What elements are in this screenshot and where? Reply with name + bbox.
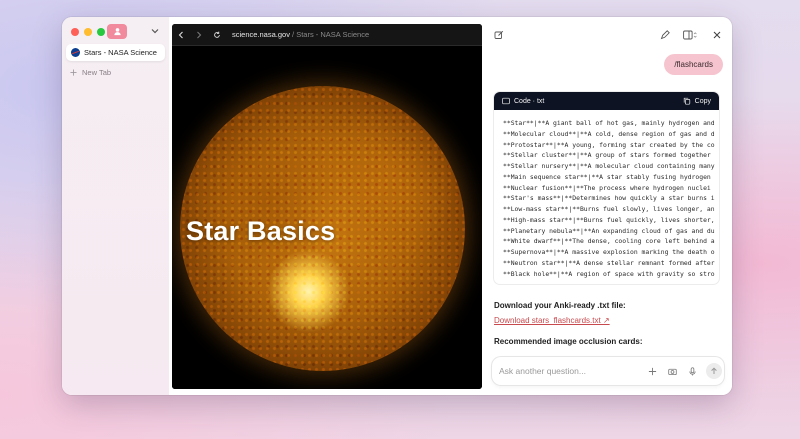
sidebar: Stars - NASA Science New Tab <box>62 17 169 395</box>
code-line: **Molecular cloud**|**A cold, dense regi… <box>503 129 715 138</box>
microphone-button[interactable] <box>685 364 699 378</box>
code-line: **Stellar nursery**|**A molecular cloud … <box>503 162 715 170</box>
forward-button[interactable] <box>190 24 208 46</box>
tab-stars-nasa[interactable]: Stars - NASA Science <box>66 44 165 61</box>
hero-title: Star Basics <box>186 216 336 246</box>
compose-icon <box>494 30 504 39</box>
download-link[interactable]: Download stars_flashcards.txt ↗ <box>494 316 610 325</box>
add-attachment-button[interactable] <box>645 364 659 378</box>
new-tab-label: New Tab <box>82 68 112 77</box>
chevron-left-icon <box>178 31 183 38</box>
hero-image: Star Basics <box>172 46 482 389</box>
code-lang-label: Code · txt <box>514 97 545 105</box>
download-heading: Download your Anki-ready .txt file: <box>494 301 626 310</box>
edit-button[interactable] <box>659 29 671 41</box>
send-button[interactable] <box>706 363 722 379</box>
code-line: **Low-mass star**|**Burns fuel slowly, l… <box>503 205 715 213</box>
code-content: **Star**|**A giant ball of hot gas, main… <box>494 110 719 279</box>
url-page-title: / Stars - NASA Science <box>289 30 370 39</box>
code-block-header: Code · txt Copy <box>494 92 719 110</box>
code-line: **Star**|**A giant ball of hot gas, main… <box>503 119 715 127</box>
reload-icon <box>214 31 220 38</box>
code-line: **Main sequence star**|**A star stably f… <box>503 172 711 181</box>
code-line: **Star's mass**|**Determines how quickly… <box>503 194 715 203</box>
code-line: **Protostar**|**A young, forming star cr… <box>503 140 715 149</box>
code-line: **Planetary nebula**|**An expanding clou… <box>503 226 715 235</box>
recommend-heading: Recommended image occlusion cards: <box>494 337 643 346</box>
plus-icon <box>70 69 77 76</box>
chevron-down-icon[interactable] <box>150 26 160 36</box>
browser-window: Stars - NASA Science New Tab science.nas… <box>62 17 732 395</box>
url-domain: science.nasa.gov <box>232 30 290 39</box>
person-icon <box>113 28 121 36</box>
address-bar: science.nasa.gov / Stars - NASA Science <box>172 24 482 46</box>
user-message: /flashcards <box>664 54 723 75</box>
camera-icon <box>667 368 677 375</box>
chevron-right-icon <box>197 31 202 38</box>
plus-icon <box>648 367 656 375</box>
web-content: science.nasa.gov / Stars - NASA Science … <box>172 24 482 389</box>
new-chat-button[interactable] <box>493 29 505 41</box>
close-window-button[interactable] <box>71 28 79 36</box>
back-button[interactable] <box>172 24 190 46</box>
code-line: **Black hole**|**A region of space with … <box>503 269 715 278</box>
maximize-window-button[interactable] <box>97 28 105 36</box>
code-line: **Stellar cluster**|**A group of stars f… <box>503 151 711 160</box>
reload-button[interactable] <box>208 24 226 46</box>
code-line: **Supernova**|**A massive explosion mark… <box>503 248 715 256</box>
code-block: Code · txt Copy **Star**|**A giant ball … <box>494 92 719 284</box>
close-icon <box>713 31 721 39</box>
copy-button[interactable]: Copy <box>683 97 711 105</box>
code-line: **High-mass star**|**Burns fuel quickly,… <box>503 215 715 224</box>
composer <box>492 357 724 385</box>
assistant-panel: /flashcards Code · txt Copy **Star**|**A… <box>485 17 732 395</box>
sidebar-panel-icon <box>683 30 697 40</box>
code-line: **Neutron star**|**A dense stellar remna… <box>503 258 715 267</box>
ask-input[interactable] <box>499 366 629 376</box>
profile-button[interactable] <box>107 24 127 39</box>
url-text[interactable]: science.nasa.gov / Stars - NASA Science <box>232 30 369 39</box>
camera-button[interactable] <box>665 364 679 378</box>
tab-label: Stars - NASA Science <box>84 48 157 57</box>
window-controls <box>71 28 105 36</box>
code-line: **Nuclear fusion**|**The process where h… <box>503 183 711 192</box>
code-line: **White dwarf**|**The dense, cooling cor… <box>503 237 715 246</box>
copy-icon <box>683 97 690 105</box>
nasa-logo-icon <box>71 48 80 57</box>
arrow-up-icon <box>711 367 717 374</box>
minimize-window-button[interactable] <box>84 28 92 36</box>
code-icon <box>502 97 510 105</box>
new-tab-button[interactable]: New Tab <box>70 68 111 77</box>
close-panel-button[interactable] <box>711 29 723 41</box>
pen-icon <box>660 30 670 40</box>
sidebar-toggle-button[interactable] <box>681 29 699 41</box>
copy-label: Copy <box>694 97 711 105</box>
microphone-icon <box>688 366 696 376</box>
